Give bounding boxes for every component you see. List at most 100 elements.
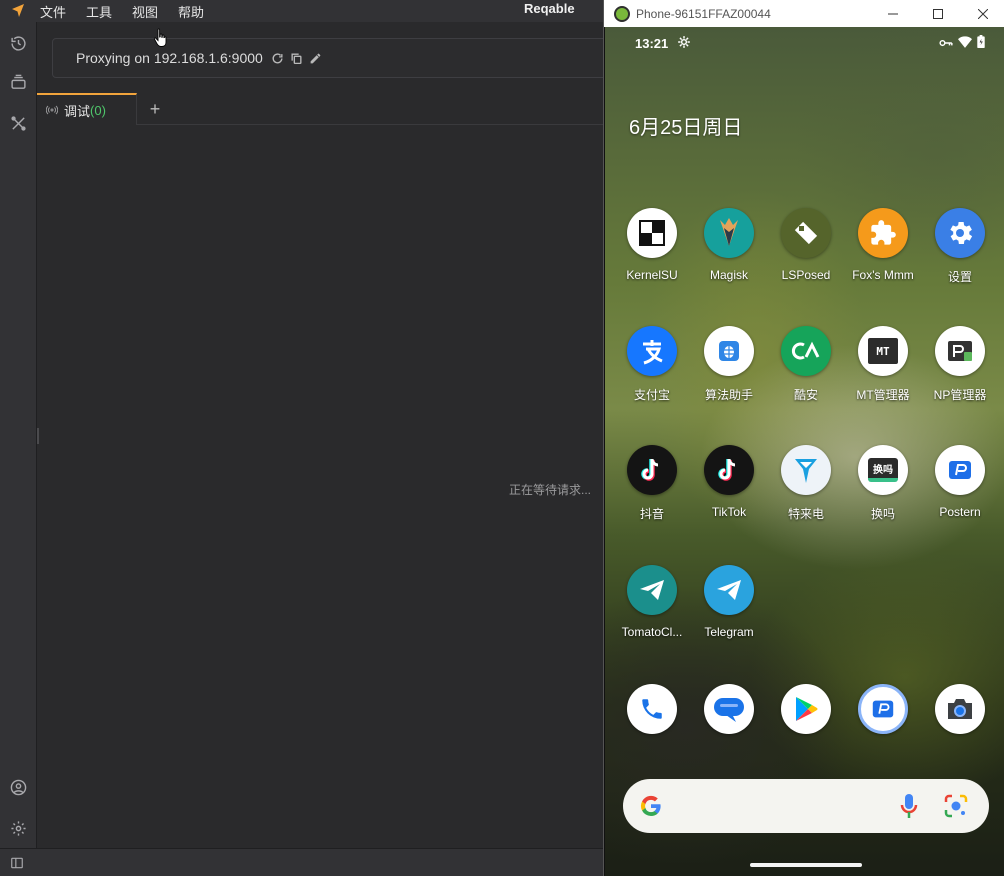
app-label: LSPosed: [781, 268, 831, 282]
google-search-bar[interactable]: [623, 779, 989, 833]
phone-screen: 13:21 6月25日周日 KernelSU Magisk LSPosed Fo…: [605, 27, 1004, 876]
reqable-app: 文件 工具 视图 帮助 Reqable Proxying on 192.168.…: [0, 0, 612, 876]
dock-messages[interactable]: [690, 684, 768, 766]
hand-cursor-icon: [153, 28, 169, 53]
dock-postern[interactable]: [844, 684, 922, 766]
add-tab-button[interactable]: +: [145, 99, 165, 119]
app-settings[interactable]: 设置: [921, 208, 999, 290]
tomatoclash-icon: [627, 565, 677, 615]
settings-gear-icon: [935, 208, 985, 258]
toggle-sidebar-icon[interactable]: [10, 856, 24, 875]
session-tabs: 调试 (0) +: [37, 93, 603, 125]
phone-call-icon: [627, 684, 677, 734]
app-magisk[interactable]: Magisk: [690, 208, 768, 290]
menu-bar: 文件 工具 视图 帮助 Reqable: [0, 0, 603, 22]
android-icon: [614, 5, 630, 22]
np-manager-icon: [935, 326, 985, 376]
play-store-icon: [781, 684, 831, 734]
panel-splitter[interactable]: [37, 428, 39, 444]
huanma-icon-text: 换吗: [868, 458, 898, 482]
tab-debug-label: 调试: [64, 103, 91, 119]
coolapk-icon: [781, 326, 831, 376]
app-label: 酷安: [793, 388, 818, 402]
app-label: MT管理器: [856, 388, 910, 402]
app-foxs-mmm[interactable]: Fox's Mmm: [844, 208, 922, 290]
douyin-icon: [627, 445, 677, 495]
postern-dock-icon: [858, 684, 908, 734]
date-widget[interactable]: 6月25日周日: [629, 111, 742, 140]
mic-icon[interactable]: [899, 792, 919, 825]
alipay-icon: [627, 326, 677, 376]
menu-help[interactable]: 帮助: [178, 2, 204, 21]
app-tiktok[interactable]: TikTok: [690, 445, 768, 527]
lens-icon[interactable]: [943, 793, 969, 824]
app-label: 设置: [947, 270, 972, 284]
app-label: 算法助手: [704, 388, 753, 402]
settings-icon[interactable]: [7, 817, 29, 839]
messages-icon: [704, 684, 754, 734]
window-title: Phone-96151FFAZ00044: [636, 6, 771, 21]
telaidian-icon: [781, 445, 831, 495]
magisk-icon: [704, 208, 754, 258]
app-postern[interactable]: Postern: [921, 445, 999, 527]
minimize-button[interactable]: [870, 0, 915, 27]
app-np-manager[interactable]: NP管理器: [921, 326, 999, 408]
lsposed-icon: [781, 208, 831, 258]
app-label: TomatoCl...: [621, 625, 683, 639]
app-tomatoclash[interactable]: TomatoCl...: [613, 565, 691, 647]
menu-tools[interactable]: 工具: [86, 2, 112, 21]
google-g-icon: [639, 794, 663, 823]
menu-file[interactable]: 文件: [40, 2, 66, 21]
phone-status-bar: 13:21: [605, 27, 1004, 59]
reqable-logo-icon: [0, 0, 36, 22]
postern-icon: [935, 445, 985, 495]
clock: 13:21: [635, 36, 669, 51]
app-lsposed[interactable]: LSPosed: [767, 208, 845, 290]
app-alipay[interactable]: 支付宝: [613, 326, 691, 408]
edit-icon[interactable]: [309, 52, 322, 65]
mt-icon-text: MT: [868, 338, 898, 364]
status-bar: [0, 848, 603, 876]
history-icon[interactable]: [7, 32, 29, 54]
app-label: KernelSU: [626, 268, 678, 282]
app-douyin[interactable]: 抖音: [613, 445, 691, 527]
app-kernelsu[interactable]: KernelSU: [613, 208, 691, 290]
vpn-key-icon: [939, 36, 953, 51]
app-label: 抖音: [639, 507, 664, 521]
app-title: Reqable: [524, 1, 575, 16]
app-algorithm-helper[interactable]: 算法助手: [690, 326, 768, 408]
battery-icon: [977, 35, 985, 51]
gesture-nav-handle[interactable]: [750, 863, 862, 867]
bug-icon: [704, 326, 754, 376]
refresh-icon[interactable]: [271, 52, 284, 65]
left-sidebar: [0, 22, 37, 848]
tools-icon[interactable]: [7, 112, 29, 134]
dock-play-store[interactable]: [767, 684, 845, 766]
menu-view[interactable]: 视图: [132, 2, 158, 21]
app-mt-manager[interactable]: MT MT管理器: [844, 326, 922, 408]
copy-icon[interactable]: [290, 52, 303, 65]
dock-camera[interactable]: [921, 684, 999, 766]
app-label: Magisk: [709, 268, 748, 282]
tab-debug[interactable]: 调试 (0): [37, 93, 137, 125]
close-button[interactable]: [960, 0, 1004, 27]
app-huanma[interactable]: 换吗 换吗: [844, 445, 922, 527]
signal-icon: [46, 104, 58, 116]
maximize-button[interactable]: [915, 0, 960, 27]
app-coolapk[interactable]: 酷安: [767, 326, 845, 408]
mt-manager-icon: MT: [858, 326, 908, 376]
app-label: NP管理器: [933, 388, 987, 402]
phone-mirror-window: Phone-96151FFAZ00044 13:21 6月25日周日 Kerne…: [603, 0, 1004, 876]
app-label: 支付宝: [633, 388, 670, 402]
app-telaidian[interactable]: 特来电: [767, 445, 845, 527]
proxy-status-bar: Proxying on 192.168.1.6:9000: [52, 38, 612, 78]
telegram-icon: [704, 565, 754, 615]
app-label: Fox's Mmm: [852, 268, 914, 282]
account-icon[interactable]: [7, 776, 29, 798]
dock-phone[interactable]: [613, 684, 691, 766]
waiting-message: 正在等待请求...: [509, 483, 592, 497]
puzzle-icon: [858, 208, 908, 258]
app-label: 换吗: [870, 507, 895, 521]
layers-icon[interactable]: [7, 71, 29, 93]
app-telegram[interactable]: Telegram: [690, 565, 768, 647]
